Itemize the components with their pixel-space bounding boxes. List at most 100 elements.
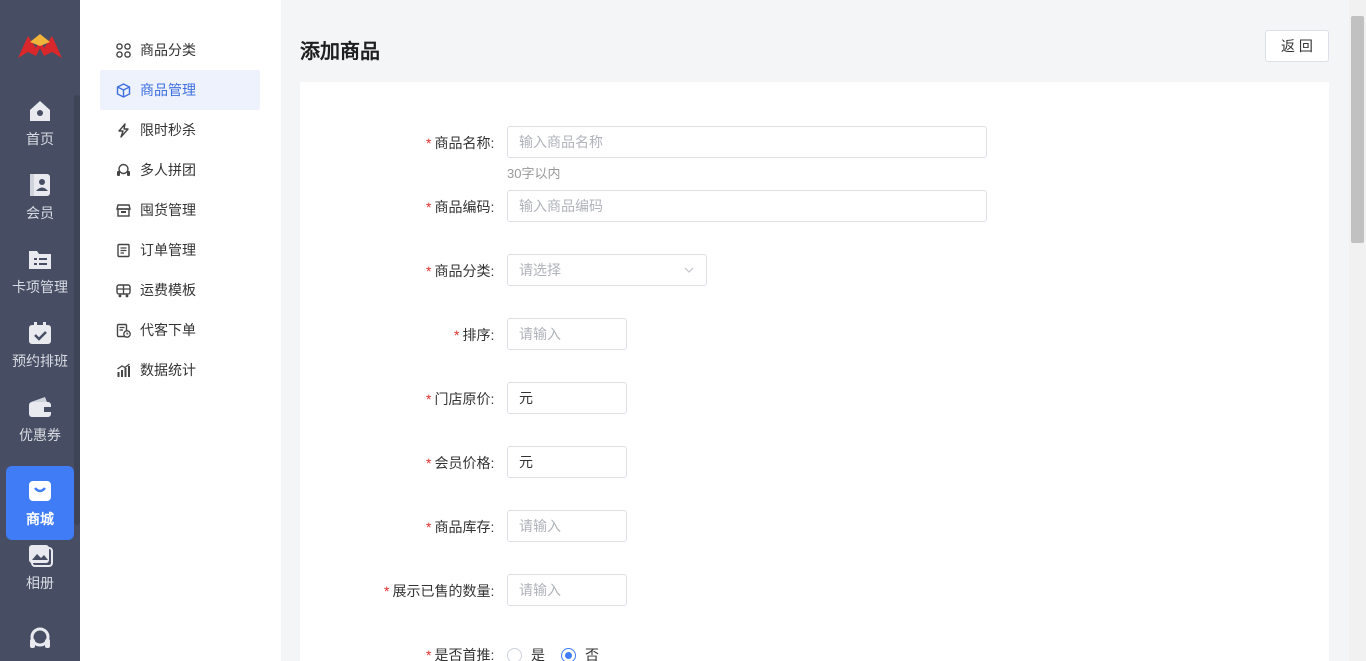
- submenu-item-shipping[interactable]: 运费模板: [100, 270, 260, 310]
- required-mark: *: [426, 135, 432, 151]
- sold-count-placeholder: 请输入: [519, 582, 561, 598]
- order-icon: [117, 243, 130, 257]
- required-mark: *: [426, 519, 432, 535]
- submenu-item-label: 订单管理: [140, 242, 196, 258]
- goods-code-input[interactable]: 输入商品编码: [507, 190, 987, 222]
- group-icon: [117, 163, 130, 176]
- submenu-item-stats[interactable]: 数据统计: [100, 350, 260, 390]
- proxy-order-icon: [116, 323, 131, 338]
- stock-label: * 商品库存:: [426, 519, 495, 535]
- box-icon: [116, 82, 131, 98]
- submenu-item-label: 代客下单: [140, 322, 196, 338]
- goods-category-label: * 商品分类:: [426, 263, 495, 279]
- grid-icon: [116, 42, 131, 58]
- required-mark: *: [426, 199, 432, 215]
- store-icon: [116, 203, 131, 217]
- homepage-yes-radio[interactable]: 是: [507, 645, 545, 661]
- rail-item-label: 预约排班: [12, 353, 68, 369]
- sort-label: * 排序:: [454, 327, 495, 343]
- required-mark: *: [426, 391, 432, 407]
- member-card-icon: [30, 174, 50, 196]
- goods-name-input[interactable]: 输入商品名称: [507, 126, 987, 158]
- goods-category-placeholder: 请选择: [519, 262, 561, 278]
- required-mark: *: [454, 327, 460, 343]
- stats-icon: [117, 363, 130, 377]
- submenu-item-label: 囤货管理: [140, 202, 196, 218]
- store-price-label: * 门店原价:: [426, 391, 495, 407]
- main-nav-rail: 首页 会员 卡项管理 预约排班 优惠券 商城 相册: [0, 0, 80, 661]
- add-goods-form-card: [300, 82, 1329, 661]
- rail-item-coupon[interactable]: 优惠券: [6, 382, 74, 456]
- homepage-label: * 是否首推:: [426, 647, 495, 661]
- member-price-input[interactable]: 元: [507, 446, 627, 478]
- required-mark: *: [426, 263, 432, 279]
- rail-item-label: 首页: [26, 131, 54, 147]
- submenu-item-orders[interactable]: 订单管理: [100, 230, 260, 270]
- rail-item-schedule[interactable]: 预约排班: [6, 308, 74, 382]
- submenu-item-flash-sale[interactable]: 限时秒杀: [100, 110, 260, 150]
- rail-item-mall[interactable]: 商城: [6, 466, 74, 540]
- truck-icon: [116, 283, 131, 297]
- calendar-check-icon: [29, 322, 51, 344]
- rail-item-label: 卡项管理: [12, 279, 68, 295]
- album-icon: [29, 545, 53, 567]
- rail-item-label: 会员: [26, 205, 54, 221]
- store-price-input[interactable]: 元: [507, 382, 627, 414]
- sold-count-input[interactable]: 请输入: [507, 574, 627, 606]
- lightning-icon: [118, 122, 129, 138]
- goods-code-label: * 商品编码:: [426, 199, 495, 215]
- radio-label: 否: [585, 647, 599, 661]
- radio-label: 是: [531, 647, 545, 661]
- required-mark: *: [384, 583, 390, 599]
- home-icon: [30, 101, 50, 121]
- goods-name-placeholder: 输入商品名称: [519, 134, 603, 150]
- member-price-value: 元: [519, 454, 533, 470]
- submenu-item-proxy-order[interactable]: 代客下单: [100, 310, 260, 350]
- submenu-item-stockpile[interactable]: 囤货管理: [100, 190, 260, 230]
- mall-submenu: 商品分类 商品管理 限时秒杀 多人拼团 囤货管理 订单管理 运费模板 代客下单 …: [80, 0, 281, 661]
- submenu-item-label: 数据统计: [140, 362, 196, 378]
- rail-item-album[interactable]: 相册: [6, 530, 74, 604]
- submenu-item-category[interactable]: 商品分类: [100, 30, 260, 70]
- sold-count-label: * 展示已售的数量:: [384, 583, 495, 599]
- goods-code-placeholder: 输入商品编码: [519, 198, 603, 214]
- goods-name-hint: 30字以内: [507, 166, 561, 181]
- submenu-item-label: 多人拼团: [140, 162, 196, 178]
- required-mark: *: [426, 455, 432, 471]
- goods-category-select[interactable]: 请选择: [507, 254, 707, 286]
- goods-name-label: * 商品名称:: [426, 135, 495, 151]
- homepage-no-radio[interactable]: 否: [561, 645, 599, 661]
- rail-item-member[interactable]: 会员: [6, 160, 74, 234]
- chevron-down-icon: [684, 267, 694, 273]
- submenu-item-label: 限时秒杀: [140, 122, 196, 138]
- rail-item-home[interactable]: 首页: [6, 86, 74, 160]
- member-price-label: * 会员价格:: [426, 455, 495, 471]
- back-button[interactable]: 返 回: [1265, 30, 1329, 62]
- wallet-icon: [29, 397, 51, 417]
- stock-input[interactable]: 请输入: [507, 510, 627, 542]
- stock-placeholder: 请输入: [519, 518, 561, 534]
- page-scrollbar[interactable]: [1349, 0, 1366, 661]
- rail-item-support[interactable]: [6, 604, 74, 661]
- folder-list-icon: [29, 251, 51, 269]
- rail-item-label: 相册: [26, 575, 54, 591]
- submenu-item-label: 运费模板: [140, 282, 196, 298]
- store-price-value: 元: [519, 390, 533, 406]
- rail-item-label: 优惠券: [19, 427, 61, 443]
- sort-placeholder: 请输入: [519, 326, 561, 342]
- required-mark: *: [426, 647, 432, 661]
- submenu-item-label: 商品分类: [140, 42, 196, 58]
- headset-icon: [30, 627, 50, 648]
- sort-input[interactable]: 请输入: [507, 318, 627, 350]
- rail-item-label: 商城: [26, 511, 54, 527]
- brand-logo: [18, 34, 62, 58]
- radio-circle: [507, 647, 522, 661]
- submenu-item-group-buy[interactable]: 多人拼团: [100, 150, 260, 190]
- submenu-item-goods[interactable]: 商品管理: [100, 70, 260, 110]
- rail-item-cards[interactable]: 卡项管理: [6, 234, 74, 308]
- radio-circle: [561, 647, 576, 661]
- page-title: 添加商品: [300, 41, 380, 63]
- scrollbar-thumb[interactable]: [1351, 16, 1364, 243]
- shopping-bag-icon: [29, 481, 51, 501]
- submenu-item-label: 商品管理: [140, 82, 196, 98]
